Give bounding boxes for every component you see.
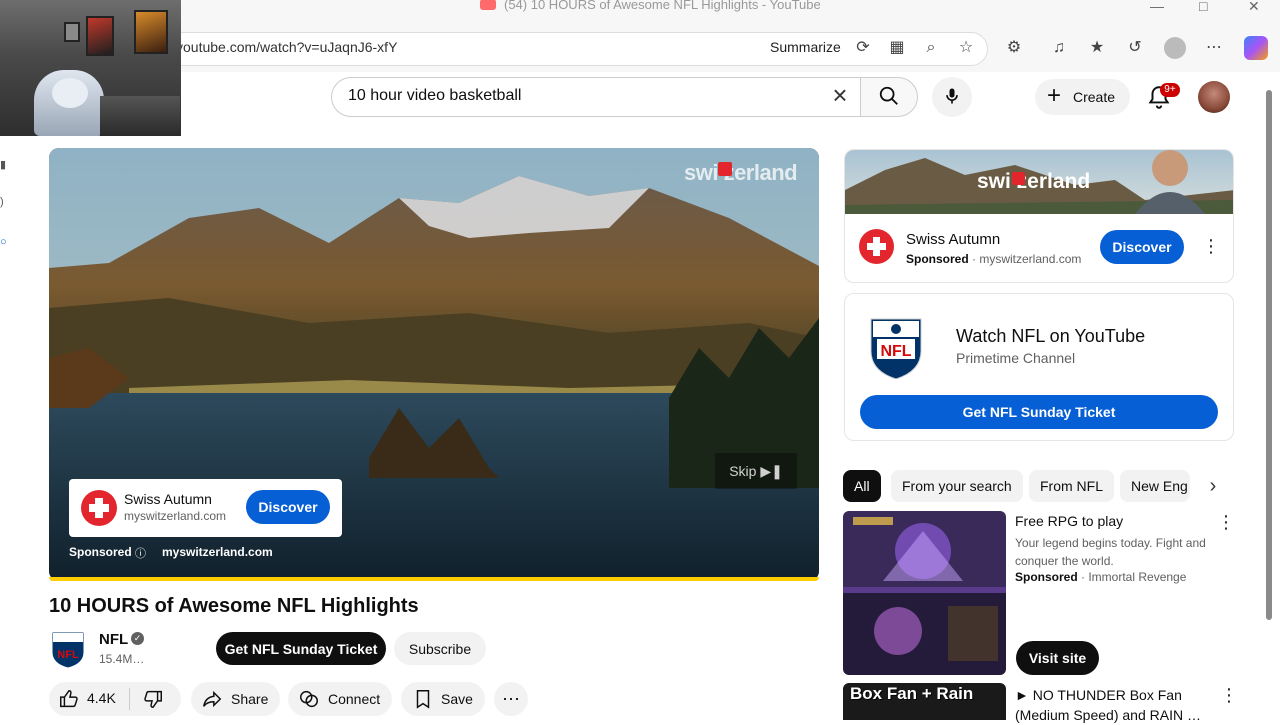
- sponsor-banner-logo: swi zerland: [977, 170, 1091, 193]
- connect-label: Connect: [328, 691, 381, 707]
- youtube-tab-icon: [480, 0, 496, 10]
- swiss-flag-icon: [718, 162, 732, 176]
- window-title-text: (54) 10 HOURS of Awesome NFL Highlights …: [504, 0, 821, 12]
- info-icon[interactable]: ⓘ: [135, 545, 146, 561]
- close-window-icon[interactable]: ✕: [1248, 0, 1260, 15]
- video-progress-bar[interactable]: [49, 577, 819, 581]
- chip-from-your-search[interactable]: From your search: [891, 470, 1023, 502]
- browser-menu-icon[interactable]: ⋯: [1203, 37, 1225, 59]
- more-icon[interactable]: ⋮: [1217, 511, 1235, 533]
- favorites-icon[interactable]: ★: [1086, 37, 1108, 59]
- chip-from-nfl[interactable]: From NFL: [1029, 470, 1114, 502]
- more-actions-button[interactable]: ⋯: [494, 682, 528, 716]
- rpg-ad-thumbnail[interactable]: [843, 511, 1006, 675]
- nfl-card-title: Watch NFL on YouTube: [956, 326, 1146, 346]
- skip-ad-button[interactable]: Skip ▶❚: [715, 453, 797, 489]
- swiss-cross-horizontal: [89, 504, 109, 512]
- sponsored-label: Sponsored: [69, 545, 132, 559]
- copilot-icon[interactable]: [1244, 36, 1268, 60]
- swiss-flag-icon: [1012, 172, 1025, 185]
- sponsor-discover-button[interactable]: Discover: [1100, 230, 1184, 264]
- save-label: Save: [441, 691, 473, 707]
- plus-icon: +: [1047, 82, 1062, 109]
- channel-avatar[interactable]: NFL: [50, 628, 86, 668]
- minimize-icon[interactable]: —: [1150, 0, 1164, 14]
- side-strip-icon: ○: [0, 236, 7, 248]
- ad-discover-button[interactable]: Discover: [246, 490, 330, 524]
- scrollbar-thumb[interactable]: [1266, 90, 1272, 620]
- subscribe-button[interactable]: Subscribe: [394, 632, 486, 665]
- apps-icon[interactable]: ▦: [886, 37, 908, 59]
- svg-text:NFL: NFL: [57, 649, 79, 661]
- chevron-right-icon[interactable]: ›: [1202, 474, 1224, 498]
- subscriber-count: 15.4M…: [99, 652, 145, 666]
- switzerland-watermark: swi zerland: [684, 160, 798, 185]
- nfl-logo: NFL: [870, 318, 922, 379]
- get-sunday-ticket-button[interactable]: Get NFL Sunday Ticket: [216, 632, 386, 665]
- sponsored-label: Sponsored: [1015, 570, 1078, 584]
- verified-icon: ✓: [131, 632, 144, 645]
- audio-icon[interactable]: ♫: [1048, 37, 1070, 59]
- summarize-icon[interactable]: ⟳: [852, 37, 874, 59]
- ad-advertiser-name: Swiss Autumn: [124, 491, 212, 507]
- svg-text:NFL: NFL: [880, 343, 911, 360]
- rpg-ad-title[interactable]: Free RPG to play: [1015, 513, 1123, 529]
- swiss-cross-horizontal: [867, 243, 886, 250]
- browser-profile-icon[interactable]: [1164, 37, 1186, 59]
- connect-icon: [298, 688, 320, 710]
- search-input[interactable]: 10 hour video basketball: [348, 87, 521, 105]
- nfl-card-ticket-button[interactable]: Get NFL Sunday Ticket: [860, 395, 1218, 429]
- sponsor-url: · myswitzerland.com: [972, 252, 1082, 266]
- ad-advertiser-url: myswitzerland.com: [124, 509, 227, 523]
- sponsor-meta: Sponsored · myswitzerland.com: [906, 252, 1081, 266]
- more-icon: ⋯: [502, 688, 520, 709]
- chip-all[interactable]: All: [843, 470, 881, 502]
- webcam-overlay: [0, 0, 181, 136]
- url-text[interactable]: youtube.com/watch?v=uJaqnJ6-xfY: [176, 39, 397, 55]
- voice-search-button[interactable]: [932, 77, 972, 117]
- search-button[interactable]: [860, 77, 918, 117]
- window-title: (54) 10 HOURS of Awesome NFL Highlights …: [480, 0, 821, 12]
- rpg-advertiser: · Immortal Revenge: [1081, 570, 1187, 584]
- mic-icon: [946, 88, 958, 103]
- like-count[interactable]: 4.4K: [87, 690, 116, 706]
- visit-site-button[interactable]: Visit site: [1016, 641, 1099, 675]
- extensions-icon[interactable]: ⚙: [1003, 37, 1025, 59]
- sponsor-name: Swiss Autumn: [906, 231, 1001, 248]
- notification-badge: 9+: [1160, 83, 1180, 97]
- summarize-button[interactable]: Summarize: [770, 39, 841, 55]
- search-icon: [879, 86, 898, 105]
- video-title: 10 HOURS of Awesome NFL Highlights: [49, 595, 419, 617]
- sponsored-label: Sponsored: [906, 252, 969, 266]
- share-icon: [201, 688, 223, 710]
- like-divider: [129, 688, 130, 710]
- channel-name[interactable]: NFL: [99, 631, 128, 648]
- zoom-icon[interactable]: ⌕: [920, 37, 942, 59]
- rpg-ad-description: Your legend begins today. Fight and conq…: [1015, 536, 1206, 568]
- side-strip-icon: ): [0, 196, 4, 208]
- rpg-ad-meta: Sponsored · Immortal Revenge: [1015, 570, 1186, 584]
- more-icon[interactable]: ⋮: [1202, 235, 1220, 257]
- history-icon[interactable]: ↺: [1124, 37, 1146, 59]
- account-avatar[interactable]: [1198, 81, 1230, 113]
- favorite-star-icon[interactable]: ☆: [955, 37, 977, 59]
- skip-icon: ▶❚: [760, 462, 783, 479]
- sponsored-url[interactable]: myswitzerland.com: [162, 545, 273, 559]
- close-icon[interactable]: ×: [826, 82, 854, 110]
- more-icon[interactable]: ⋮: [1220, 684, 1238, 706]
- maximize-icon[interactable]: □: [1199, 0, 1207, 14]
- side-strip-icon: ▮: [0, 159, 7, 171]
- rpg-ad-artwork: [843, 511, 1006, 675]
- nfl-card-subtitle: Primetime Channel: [956, 350, 1076, 366]
- chip-new-england[interactable]: New Eng: [1120, 470, 1190, 502]
- thumb-up-icon[interactable]: [58, 688, 80, 710]
- next-video-thumb-text: Box Fan + Rain: [850, 684, 974, 703]
- skip-label: Skip: [729, 462, 757, 479]
- share-label: Share: [231, 691, 269, 707]
- thumb-down-icon[interactable]: [142, 688, 164, 710]
- create-label: Create: [1073, 89, 1116, 105]
- save-icon: [412, 688, 434, 710]
- next-video-title[interactable]: ► NO THUNDER Box Fan (Medium Speed) and …: [1015, 685, 1205, 725]
